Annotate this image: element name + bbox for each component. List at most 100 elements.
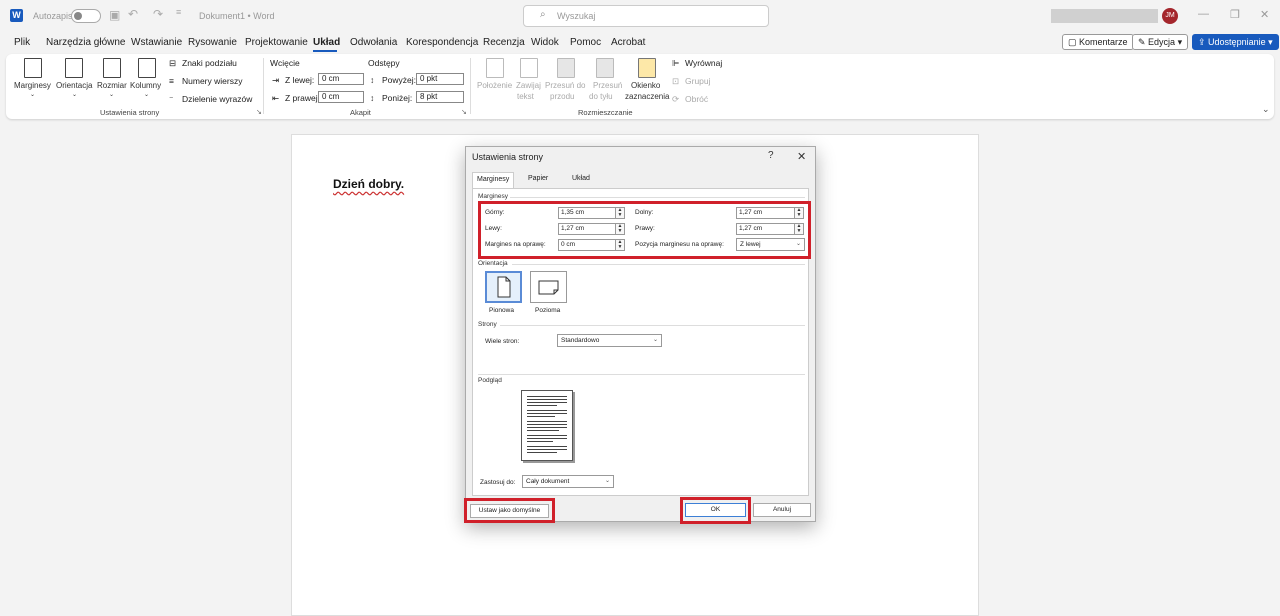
menu-acrobat[interactable]: Acrobat bbox=[611, 37, 645, 48]
columns-icon[interactable] bbox=[138, 58, 156, 78]
autosave-toggle[interactable] bbox=[71, 9, 101, 23]
landscape-label[interactable]: Pozioma bbox=[535, 307, 560, 314]
menu-review[interactable]: Recenzja bbox=[483, 37, 525, 48]
close-window-icon[interactable]: ✕ bbox=[1260, 8, 1269, 21]
minimize-icon[interactable]: — bbox=[1198, 8, 1209, 20]
word-logo-icon: W bbox=[10, 9, 23, 22]
menu-insert[interactable]: Wstawianie bbox=[131, 37, 182, 48]
size-button[interactable]: Rozmiar bbox=[97, 81, 127, 90]
line-numbers-icon: ≡ bbox=[169, 76, 174, 86]
breaks-button[interactable]: Znaki podziału bbox=[182, 58, 237, 68]
apply-to-label: Zastosuj do: bbox=[480, 479, 516, 486]
multiple-pages-select[interactable]: Standardowo ⌄ bbox=[557, 334, 662, 347]
set-default-button[interactable]: Ustaw jako domyślne bbox=[470, 504, 549, 518]
chevron-down-icon: ⌄ bbox=[30, 92, 36, 98]
landscape-option[interactable] bbox=[530, 271, 567, 303]
spacing-label: Odstępy bbox=[368, 58, 400, 68]
right-margin-input[interactable]: 1,27 cm bbox=[736, 223, 795, 235]
collapse-ribbon-icon[interactable]: ⌄ bbox=[1262, 104, 1270, 115]
cancel-button[interactable]: Anuluj bbox=[753, 503, 811, 517]
top-margin-spinner[interactable]: ▲ ▼ bbox=[616, 207, 625, 219]
selection-pane-icon[interactable] bbox=[638, 58, 656, 78]
bottom-margin-spinner[interactable]: ▲ ▼ bbox=[795, 207, 804, 219]
top-margin-input[interactable]: 1,35 cm bbox=[558, 207, 616, 219]
selection-pane-button-line2[interactable]: zaznaczenia bbox=[625, 92, 669, 101]
spacing-before-icon: ↕ bbox=[370, 75, 375, 85]
margins-icon[interactable] bbox=[24, 58, 42, 78]
restore-icon[interactable]: ❐ bbox=[1230, 8, 1240, 21]
menu-help[interactable]: Pomoc bbox=[570, 37, 601, 48]
indent-right-input[interactable]: 0 cm bbox=[318, 91, 364, 103]
orientation-button[interactable]: Orientacja bbox=[56, 81, 92, 90]
spacing-after-input[interactable]: 8 pkt bbox=[416, 91, 464, 103]
portrait-label[interactable]: Pionowa bbox=[489, 307, 514, 314]
divider bbox=[512, 264, 805, 265]
account-name[interactable] bbox=[1051, 9, 1158, 23]
left-margin-spinner[interactable]: ▲ ▼ bbox=[616, 223, 625, 235]
align-button[interactable]: Wyrównaj bbox=[685, 58, 722, 68]
margins-button[interactable]: Marginesy bbox=[14, 81, 51, 90]
top-margin-value: 1,35 cm bbox=[561, 209, 585, 216]
undo-icon[interactable]: ↶ bbox=[128, 7, 138, 21]
right-margin-spinner[interactable]: ▲ ▼ bbox=[795, 223, 804, 235]
bottom-margin-input[interactable]: 1,27 cm bbox=[736, 207, 795, 219]
menu-layout[interactable]: Układ bbox=[313, 37, 340, 48]
gutter-label: Margines na oprawę: bbox=[485, 241, 546, 248]
selection-pane-button[interactable]: Okienko bbox=[631, 81, 660, 90]
indent-left-value: 0 cm bbox=[322, 74, 340, 83]
menu-home[interactable]: Narzędzia główne bbox=[46, 37, 126, 48]
document-title: Dokument1 • Word bbox=[199, 11, 275, 21]
orientation-icon[interactable] bbox=[65, 58, 83, 78]
gutter-position-select[interactable]: Z lewej ⌄ bbox=[736, 238, 805, 251]
line-numbers-button[interactable]: Numery wierszy bbox=[182, 76, 242, 86]
editing-label: Edycja bbox=[1148, 37, 1176, 47]
dialog-launcher-icon[interactable]: ↘ bbox=[461, 108, 467, 116]
indent-left-input[interactable]: 0 cm bbox=[318, 73, 364, 85]
gutter-input[interactable]: 0 cm bbox=[558, 239, 616, 251]
menu-view[interactable]: Widok bbox=[531, 37, 559, 48]
left-margin-input[interactable]: 1,27 cm bbox=[558, 223, 616, 235]
help-icon[interactable]: ? bbox=[768, 150, 774, 161]
menu-file[interactable]: Plik bbox=[14, 37, 30, 48]
portrait-option[interactable] bbox=[485, 271, 522, 303]
chevron-down-icon: ⌄ bbox=[109, 92, 115, 98]
tab-layout[interactable]: Układ bbox=[568, 172, 594, 189]
indent-right-label: Z prawej: bbox=[285, 93, 320, 103]
columns-button[interactable]: Kolumny bbox=[130, 81, 161, 90]
gutter-spinner[interactable]: ▲ ▼ bbox=[616, 239, 625, 251]
redo-icon[interactable]: ↷ bbox=[153, 7, 163, 21]
chevron-down-icon: ⌄ bbox=[72, 92, 78, 98]
left-margin-label: Lewy: bbox=[485, 225, 502, 232]
save-icon[interactable]: ▣ bbox=[109, 8, 120, 22]
spacing-before-input[interactable]: 0 pkt bbox=[416, 73, 464, 85]
menu-active-indicator bbox=[313, 50, 337, 52]
menu-draw[interactable]: Rysowanie bbox=[188, 37, 237, 48]
customize-icon[interactable]: ≡ bbox=[176, 7, 181, 17]
share-button[interactable]: ⇪ Udostępnianie ▾ bbox=[1192, 34, 1279, 50]
avatar[interactable]: JM bbox=[1162, 8, 1178, 24]
send-backward-icon bbox=[596, 58, 614, 78]
group-page-setup: Ustawienia strony bbox=[100, 108, 160, 117]
document-text[interactable]: Dzień dobry. bbox=[333, 177, 404, 191]
apply-to-value: Cały dokument bbox=[526, 478, 570, 485]
comments-button[interactable]: ▢ Komentarze bbox=[1062, 34, 1134, 50]
bottom-margin-label: Dolny: bbox=[635, 209, 654, 216]
left-margin-value: 1,27 cm bbox=[561, 225, 585, 232]
close-icon[interactable]: ✕ bbox=[797, 150, 806, 163]
dialog-launcher-icon[interactable]: ↘ bbox=[256, 108, 262, 116]
search-placeholder: Wyszukaj bbox=[557, 11, 596, 21]
search-box[interactable]: ⌕ Wyszukaj bbox=[523, 5, 769, 27]
menu-mailings[interactable]: Korespondencja bbox=[406, 37, 478, 48]
apply-to-select[interactable]: Cały dokument ⌄ bbox=[522, 475, 614, 488]
ok-button[interactable]: OK bbox=[685, 503, 746, 517]
size-icon[interactable] bbox=[103, 58, 121, 78]
wrap-text-button: Zawijaj bbox=[516, 81, 541, 90]
editing-button[interactable]: ✎ Edycja ▾ bbox=[1132, 34, 1189, 50]
rotate-button: Obróć bbox=[685, 94, 709, 104]
indent-left-label: Z lewej: bbox=[285, 75, 315, 85]
menu-references[interactable]: Odwołania bbox=[350, 37, 397, 48]
menu-design[interactable]: Projektowanie bbox=[245, 37, 308, 48]
hyphenation-button[interactable]: Dzielenie wyrazów bbox=[182, 94, 252, 104]
tab-margins[interactable]: Marginesy bbox=[472, 172, 515, 189]
tab-paper[interactable]: Papier bbox=[524, 172, 552, 189]
